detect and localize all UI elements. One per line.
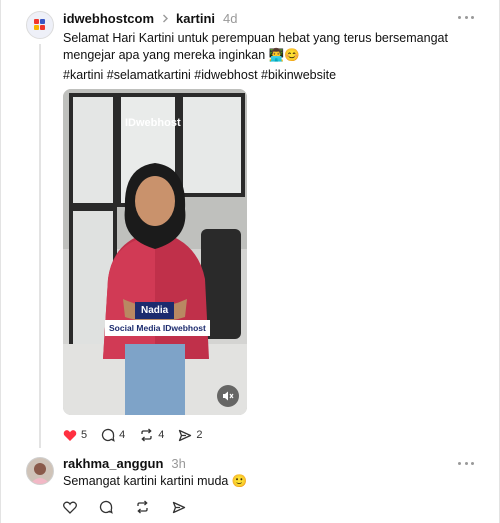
reply-username[interactable]: rakhma_anggun — [63, 456, 163, 471]
repost-icon — [137, 500, 148, 514]
repost-icon — [141, 428, 152, 442]
reply-share-button[interactable] — [172, 501, 190, 514]
like-count: 5 — [81, 429, 88, 441]
video-logo-text: IDwebhost — [125, 117, 181, 129]
share-icon — [172, 501, 186, 513]
idwebhost-logo-icon — [34, 19, 45, 30]
heart-icon — [63, 501, 77, 514]
more-icon[interactable] — [458, 16, 474, 20]
post-hashtags[interactable]: #kartini #selamatkartini #idwebhost #bik… — [63, 68, 336, 82]
reply-header: rakhma_anggun 3h — [63, 456, 186, 471]
thread-line — [39, 44, 41, 448]
share-count: 2 — [196, 429, 203, 441]
share-button[interactable]: 2 — [178, 429, 203, 442]
chevron-right-icon — [162, 11, 169, 26]
reply-comment-button[interactable] — [99, 500, 117, 514]
mute-icon[interactable] — [217, 385, 239, 407]
post-topic[interactable]: kartini — [176, 11, 215, 26]
like-button[interactable]: 5 — [63, 429, 87, 442]
post-actions: 5 4 4 2 — [63, 427, 217, 443]
post-header: idwebhostcom kartini 4d — [63, 10, 238, 26]
comment-icon — [102, 428, 115, 442]
more-icon[interactable] — [458, 462, 474, 466]
post-video[interactable]: IDwebhost Nadia Social Media IDwebhost — [63, 89, 247, 415]
share-icon — [179, 429, 192, 441]
reply-repost-button[interactable] — [135, 500, 154, 514]
reply-avatar[interactable] — [26, 457, 54, 485]
video-name-tag: Nadia — [135, 302, 175, 319]
reply-time: 3h — [171, 456, 186, 471]
video-frame-image — [63, 89, 247, 415]
repost-button[interactable]: 4 — [139, 428, 164, 442]
comment-count: 4 — [119, 429, 126, 441]
reply-like-button[interactable] — [63, 501, 81, 514]
post-avatar[interactable] — [26, 11, 54, 39]
video-title-tag: Social Media IDwebhost — [105, 320, 210, 336]
post-text: Selamat Hari Kartini untuk perempuan heb… — [63, 31, 448, 62]
repost-count: 4 — [158, 429, 165, 441]
comment-icon — [99, 500, 113, 514]
comment-button[interactable]: 4 — [101, 428, 125, 442]
reply-text: Semangat kartini kartini muda 🙂 — [63, 474, 248, 488]
reply-avatar-image — [27, 458, 53, 484]
heart-icon — [63, 429, 77, 441]
post-time: 4d — [223, 10, 238, 26]
post-username[interactable]: idwebhostcom — [63, 11, 154, 26]
reply-actions — [63, 499, 208, 515]
